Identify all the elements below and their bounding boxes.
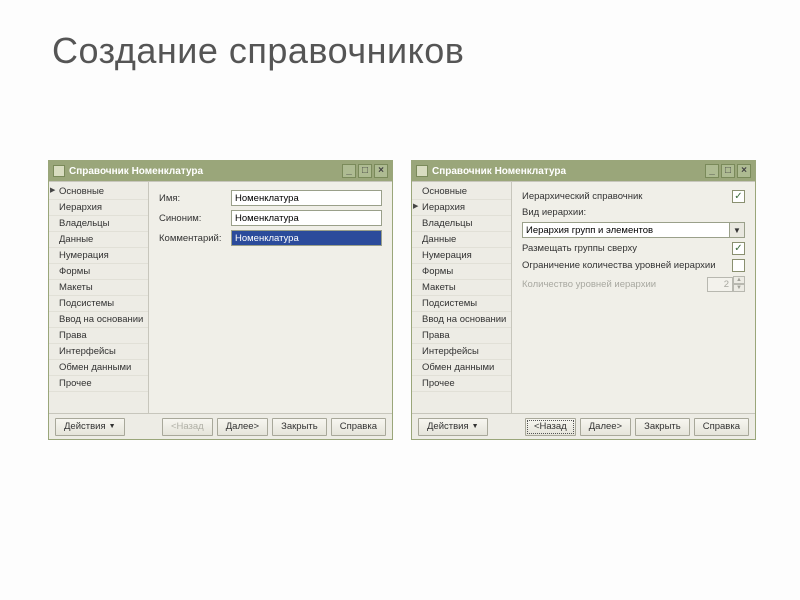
window-hierarchy: Справочник Номенклатура _ □ × ОсновныеИе…	[411, 160, 756, 440]
comment-input[interactable]	[231, 230, 382, 246]
help-button[interactable]: Справка	[694, 418, 749, 436]
next-button[interactable]: Далее>	[217, 418, 268, 436]
name-input[interactable]	[231, 190, 382, 206]
sidebar-item-12[interactable]: Прочее	[412, 376, 511, 392]
hierarchy-type-input[interactable]	[522, 222, 730, 238]
help-button[interactable]: Справка	[331, 418, 386, 436]
close-button[interactable]: ×	[737, 164, 751, 178]
sidebar-item-11[interactable]: Обмен данными	[412, 360, 511, 376]
sidebar-item-3[interactable]: Данные	[49, 232, 148, 248]
content-pane: Иерархический справочник ✓ Вид иерархии:…	[512, 182, 755, 413]
sidebar-item-8[interactable]: Ввод на основании	[49, 312, 148, 328]
sidebar-item-12[interactable]: Прочее	[49, 376, 148, 392]
sidebar-item-7[interactable]: Подсистемы	[412, 296, 511, 312]
sidebar-item-1[interactable]: Иерархия	[412, 200, 511, 216]
minimize-button[interactable]: _	[342, 164, 356, 178]
footer: Действия▼ <Назад Далее> Закрыть Справка	[412, 413, 755, 439]
synonym-input[interactable]	[231, 210, 382, 226]
sidebar-item-0[interactable]: Основные	[49, 184, 148, 200]
levels-count-input	[707, 277, 733, 292]
sidebar-item-1[interactable]: Иерархия	[49, 200, 148, 216]
sidebar-item-3[interactable]: Данные	[412, 232, 511, 248]
page-title: Создание справочников	[52, 30, 464, 72]
sidebar-item-10[interactable]: Интерфейсы	[412, 344, 511, 360]
back-button[interactable]: <Назад	[162, 418, 213, 436]
close-dialog-button[interactable]: Закрыть	[272, 418, 327, 436]
hierarchy-type-label: Вид иерархии:	[522, 207, 592, 218]
sidebar-item-2[interactable]: Владельцы	[49, 216, 148, 232]
sidebar: ОсновныеИерархияВладельцыДанныеНумерация…	[412, 182, 512, 413]
titlebar: Справочник Номенклатура _ □ ×	[49, 161, 392, 181]
spinner-up: ▲	[733, 276, 745, 284]
back-button[interactable]: <Назад	[525, 418, 576, 436]
close-dialog-button[interactable]: Закрыть	[635, 418, 690, 436]
window-title: Справочник Номенклатура	[69, 166, 342, 177]
sidebar-item-9[interactable]: Права	[412, 328, 511, 344]
maximize-button[interactable]: □	[721, 164, 735, 178]
sidebar-item-6[interactable]: Макеты	[412, 280, 511, 296]
window-basic: Справочник Номенклатура _ □ × ОсновныеИе…	[48, 160, 393, 440]
sidebar-item-5[interactable]: Формы	[412, 264, 511, 280]
maximize-button[interactable]: □	[358, 164, 372, 178]
actions-button[interactable]: Действия▼	[418, 418, 488, 436]
limit-levels-checkbox[interactable]	[732, 259, 745, 272]
sidebar-item-7[interactable]: Подсистемы	[49, 296, 148, 312]
hierarchy-type-dropdown[interactable]: ▼	[730, 222, 745, 238]
window-title: Справочник Номенклатура	[432, 166, 705, 177]
chevron-down-icon: ▼	[109, 423, 116, 430]
chevron-down-icon: ▼	[472, 423, 479, 430]
footer: Действия▼ <Назад Далее> Закрыть Справка	[49, 413, 392, 439]
name-label: Имя:	[159, 193, 227, 204]
comment-label: Комментарий:	[159, 233, 227, 244]
sidebar-item-4[interactable]: Нумерация	[49, 248, 148, 264]
groups-top-label: Размещать группы сверху	[522, 243, 732, 254]
sidebar-item-8[interactable]: Ввод на основании	[412, 312, 511, 328]
sidebar-item-2[interactable]: Владельцы	[412, 216, 511, 232]
sidebar-item-11[interactable]: Обмен данными	[49, 360, 148, 376]
app-icon	[53, 165, 65, 177]
synonym-label: Синоним:	[159, 213, 227, 224]
content-pane: Имя: Синоним: Комментарий:	[149, 182, 392, 413]
limit-levels-label: Ограничение количества уровней иерархии	[522, 260, 732, 271]
app-icon	[416, 165, 428, 177]
levels-count-spinner: ▲ ▼	[707, 276, 745, 292]
close-button[interactable]: ×	[374, 164, 388, 178]
sidebar-item-5[interactable]: Формы	[49, 264, 148, 280]
sidebar-item-0[interactable]: Основные	[412, 184, 511, 200]
hierarchical-dir-checkbox[interactable]: ✓	[732, 190, 745, 203]
groups-top-checkbox[interactable]: ✓	[732, 242, 745, 255]
sidebar-item-9[interactable]: Права	[49, 328, 148, 344]
spinner-down: ▼	[733, 284, 745, 292]
sidebar-item-4[interactable]: Нумерация	[412, 248, 511, 264]
sidebar-item-6[interactable]: Макеты	[49, 280, 148, 296]
sidebar: ОсновныеИерархияВладельцыДанныеНумерация…	[49, 182, 149, 413]
titlebar: Справочник Номенклатура _ □ ×	[412, 161, 755, 181]
sidebar-item-10[interactable]: Интерфейсы	[49, 344, 148, 360]
levels-count-label: Количество уровней иерархии	[522, 279, 707, 290]
minimize-button[interactable]: _	[705, 164, 719, 178]
actions-button[interactable]: Действия▼	[55, 418, 125, 436]
next-button[interactable]: Далее>	[580, 418, 631, 436]
hierarchical-dir-label: Иерархический справочник	[522, 191, 732, 202]
